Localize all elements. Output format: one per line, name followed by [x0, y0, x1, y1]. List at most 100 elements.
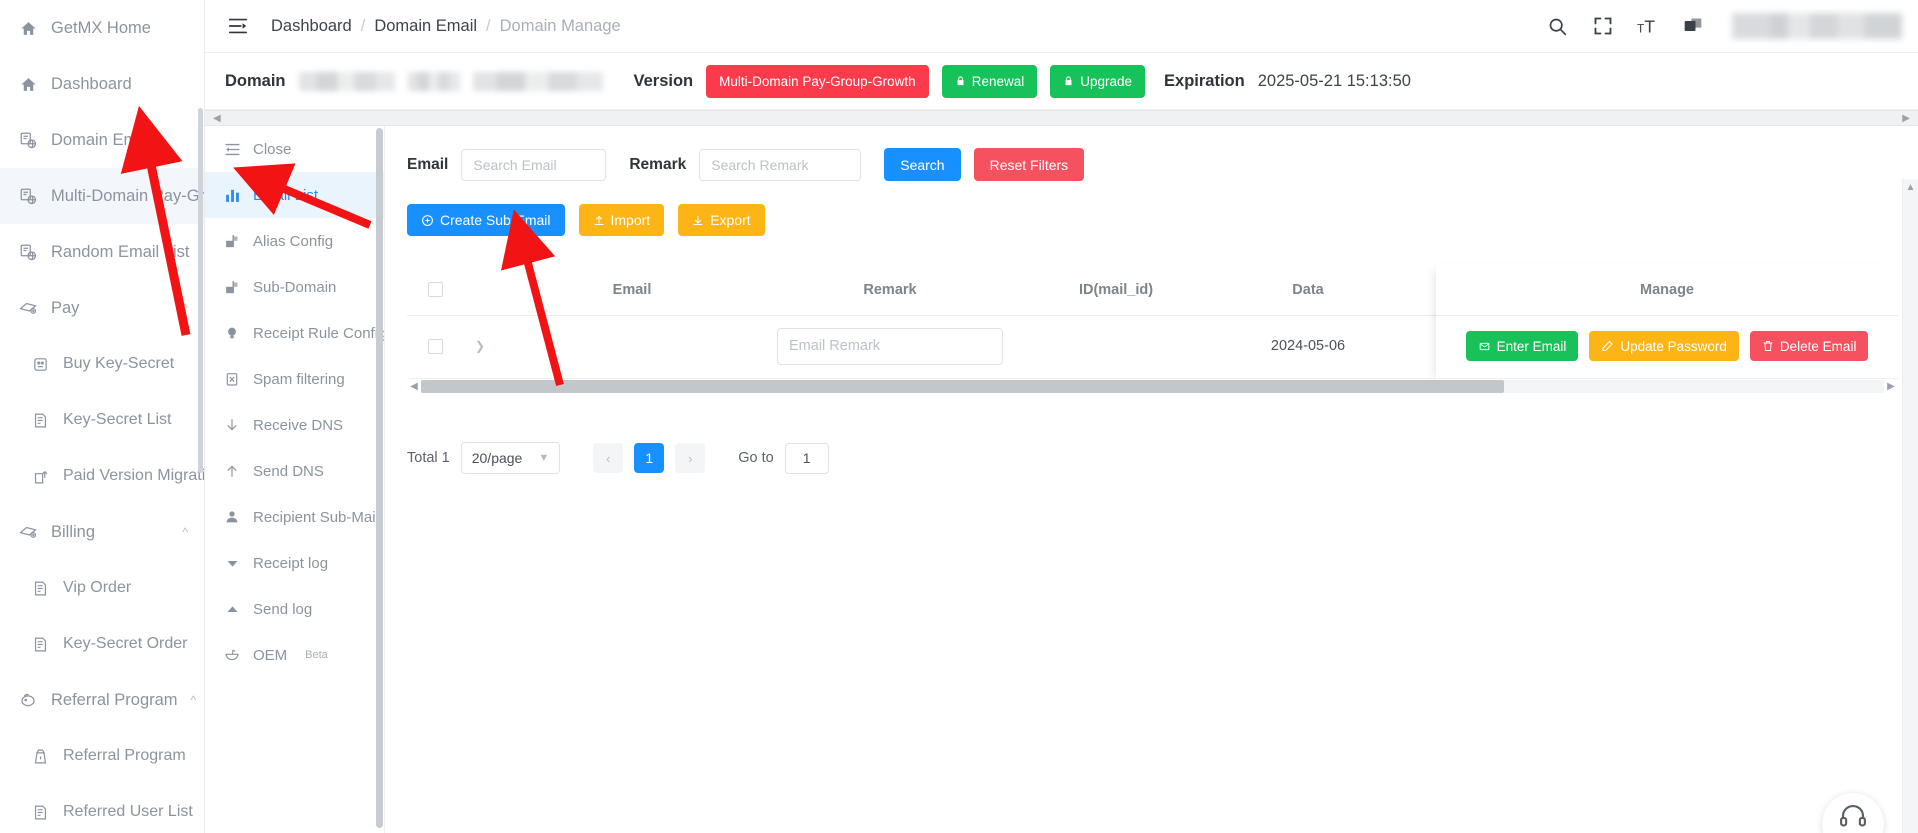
page-size-select[interactable]: 20/page ▼ [460, 442, 561, 474]
import-button[interactable]: Import [578, 204, 665, 236]
sidebar-item-referral-program[interactable]: Referral Program [0, 728, 204, 784]
domain-menu-item-label: Send log [253, 600, 313, 618]
domain-menu-item-spam-filtering[interactable]: Spam filtering [205, 356, 384, 402]
filter-bar: Email Remark Search Reset Filters [407, 148, 1918, 181]
enter-email-button[interactable]: Enter Email [1465, 331, 1579, 361]
sidebar-item-key-secret-list[interactable]: Key-Secret List [0, 392, 204, 448]
update-password-label: Update Password [1620, 338, 1727, 354]
domain-menu-item-email-list[interactable]: Email List [205, 172, 384, 218]
sidebar-item-multi-domain-pay-group[interactable]: Multi-Domain Pay-Group [0, 168, 204, 224]
page-vertical-scrollbar[interactable]: ▲ [1902, 179, 1918, 833]
scroll-right-arrow-icon[interactable]: ▶ [1884, 381, 1898, 392]
domain-menu-item-close[interactable]: Close [205, 126, 384, 172]
renewal-button[interactable]: Renewal [941, 64, 1038, 98]
breadcrumb-item-dashboard[interactable]: Dashboard [271, 17, 352, 36]
search-remark-input[interactable] [699, 148, 862, 181]
domain-menu-item-receipt-rule-config[interactable]: Receipt Rule Config [205, 310, 384, 356]
table-horizontal-scrollbar[interactable]: ◀ ▶ [407, 378, 1898, 394]
sidebar-item-dashboard[interactable]: Dashboard [0, 56, 204, 112]
sidebar-item-label: Key-Secret Order [63, 635, 188, 652]
headset-icon [1840, 804, 1866, 827]
sidebar-item-buy-key-secret[interactable]: Buy Key-Secret [0, 336, 204, 392]
export-button[interactable]: Export [678, 204, 765, 236]
chevron-up-icon[interactable]: ^ [191, 693, 197, 707]
sidebar-item-pay[interactable]: Pay ^ [0, 280, 204, 336]
row-remark-input[interactable] [777, 327, 1003, 365]
domain-menu-item-sub-domain[interactable]: Sub-Domain [205, 264, 384, 310]
email-list-panel: Email Remark Search Reset Filters Create… [385, 126, 1918, 833]
domain-value-masked-2 [407, 71, 460, 91]
expiration-label: Expiration [1164, 71, 1245, 90]
sidebar-item-vip-order[interactable]: Vip Order [0, 560, 204, 616]
search-icon[interactable] [1546, 15, 1569, 38]
sidebar-item-billing[interactable]: Billing ^ [0, 504, 204, 560]
column-header-remark[interactable]: Remark [767, 282, 1013, 298]
panel-collapse-strip[interactable]: ◀ ▶ [205, 110, 1918, 126]
reset-filters-button[interactable]: Reset Filters [973, 148, 1085, 181]
domain-menu-item-receive-dns[interactable]: Receive DNS [205, 402, 384, 448]
list-icon [30, 802, 50, 822]
search-button[interactable]: Search [884, 148, 961, 181]
domain-menu-item-label: Send DNS [253, 462, 324, 480]
sidebar-item-label: Referred User List [63, 803, 193, 820]
fullscreen-icon[interactable] [1591, 15, 1614, 38]
row-checkbox[interactable] [427, 338, 443, 354]
sidebar-item-referred-user-list[interactable]: Referred User List [0, 784, 204, 833]
domain-menu-item-receipt-log[interactable]: Receipt log [205, 540, 384, 586]
sidebar-item-random-email-list[interactable]: Random Email List [0, 224, 204, 280]
pagination-page-1[interactable]: 1 [634, 443, 665, 473]
breadcrumb-item-domain-email[interactable]: Domain Email [374, 17, 477, 36]
breadcrumb-separator: / [360, 16, 366, 35]
column-header-email[interactable]: Email [497, 282, 767, 298]
domain-menu-item-send-dns[interactable]: Send DNS [205, 448, 384, 494]
scroll-left-arrow-icon[interactable]: ◀ [407, 381, 421, 392]
select-all-checkbox[interactable] [427, 282, 443, 297]
scroll-thumb[interactable] [421, 380, 1504, 393]
column-header-date[interactable]: Data [1219, 282, 1397, 298]
language-icon[interactable] [1681, 15, 1704, 38]
user-avatar-name[interactable] [1732, 13, 1902, 39]
pagination-total: Total 1 [407, 450, 450, 466]
spam-icon [223, 371, 241, 387]
domain-side-menu-scrollbar[interactable] [376, 128, 383, 828]
domain-menu-item-alias-config[interactable]: Alias Config [205, 218, 384, 264]
buy-icon [30, 354, 50, 374]
email-table: Email Remark ID(mail_id) Data ❯ Email Re… [407, 264, 1898, 394]
chevron-up-icon[interactable]: ^ [182, 301, 188, 315]
domain-menu-item-recipient-sub-mail[interactable]: Recipient Sub-Mail [205, 494, 384, 540]
sidebar-item-key-secret-order[interactable]: Key-Secret Order [0, 616, 204, 672]
sidebar-item-domain-email[interactable]: Domain Email [0, 112, 204, 168]
search-email-input[interactable] [461, 148, 607, 181]
action-bar: Create Sub-Email Import Export [407, 204, 1918, 236]
chevron-up-icon[interactable]: ^ [182, 525, 188, 539]
collapse-right-arrow-icon[interactable]: ▶ [1902, 113, 1910, 124]
pagination-next-button[interactable]: › [675, 443, 706, 473]
sidebar-item-getmx-home[interactable]: GetMX Home [0, 0, 204, 56]
column-header-id[interactable]: ID(mail_id) [1013, 282, 1219, 298]
table-header-row: Email Remark ID(mail_id) Data [407, 264, 1898, 316]
font-size-icon[interactable]: T T [1636, 15, 1659, 38]
customer-service-button[interactable] [1822, 793, 1884, 833]
svg-text:T: T [1644, 16, 1655, 36]
update-password-button[interactable]: Update Password [1589, 331, 1739, 361]
bag-icon [30, 746, 50, 766]
create-sub-email-button[interactable]: Create Sub-Email [407, 204, 565, 236]
domain-menu-item-label: Alias Config [253, 232, 334, 250]
delete-email-button[interactable]: Delete Email [1749, 331, 1869, 361]
domain-menu-item-oem[interactable]: OEM Beta [205, 632, 384, 678]
version-badge[interactable]: Multi-Domain Pay-Group-Growth [706, 64, 929, 98]
sidebar-item-referral-program[interactable]: Referral Program ^ [0, 672, 204, 728]
scroll-track[interactable] [421, 380, 1884, 393]
scroll-up-arrow-icon[interactable]: ▲ [1906, 182, 1916, 193]
sidebar-scrollbar[interactable] [198, 108, 203, 473]
top-bar-actions: T T [1546, 13, 1902, 39]
row-expand-icon[interactable]: ❯ [463, 339, 497, 353]
hamburger-collapse-icon[interactable] [227, 15, 249, 37]
goto-page-input[interactable] [784, 442, 829, 474]
expiration-value: 2025-05-21 15:13:50 [1257, 71, 1411, 90]
sidebar-item-paid-version-migration[interactable]: Paid Version Migration [0, 448, 204, 504]
pagination-prev-button[interactable]: ‹ [593, 443, 624, 473]
collapse-left-arrow-icon[interactable]: ◀ [213, 113, 221, 124]
upgrade-button[interactable]: Upgrade [1050, 64, 1146, 98]
domain-menu-item-send-log[interactable]: Send log [205, 586, 384, 632]
